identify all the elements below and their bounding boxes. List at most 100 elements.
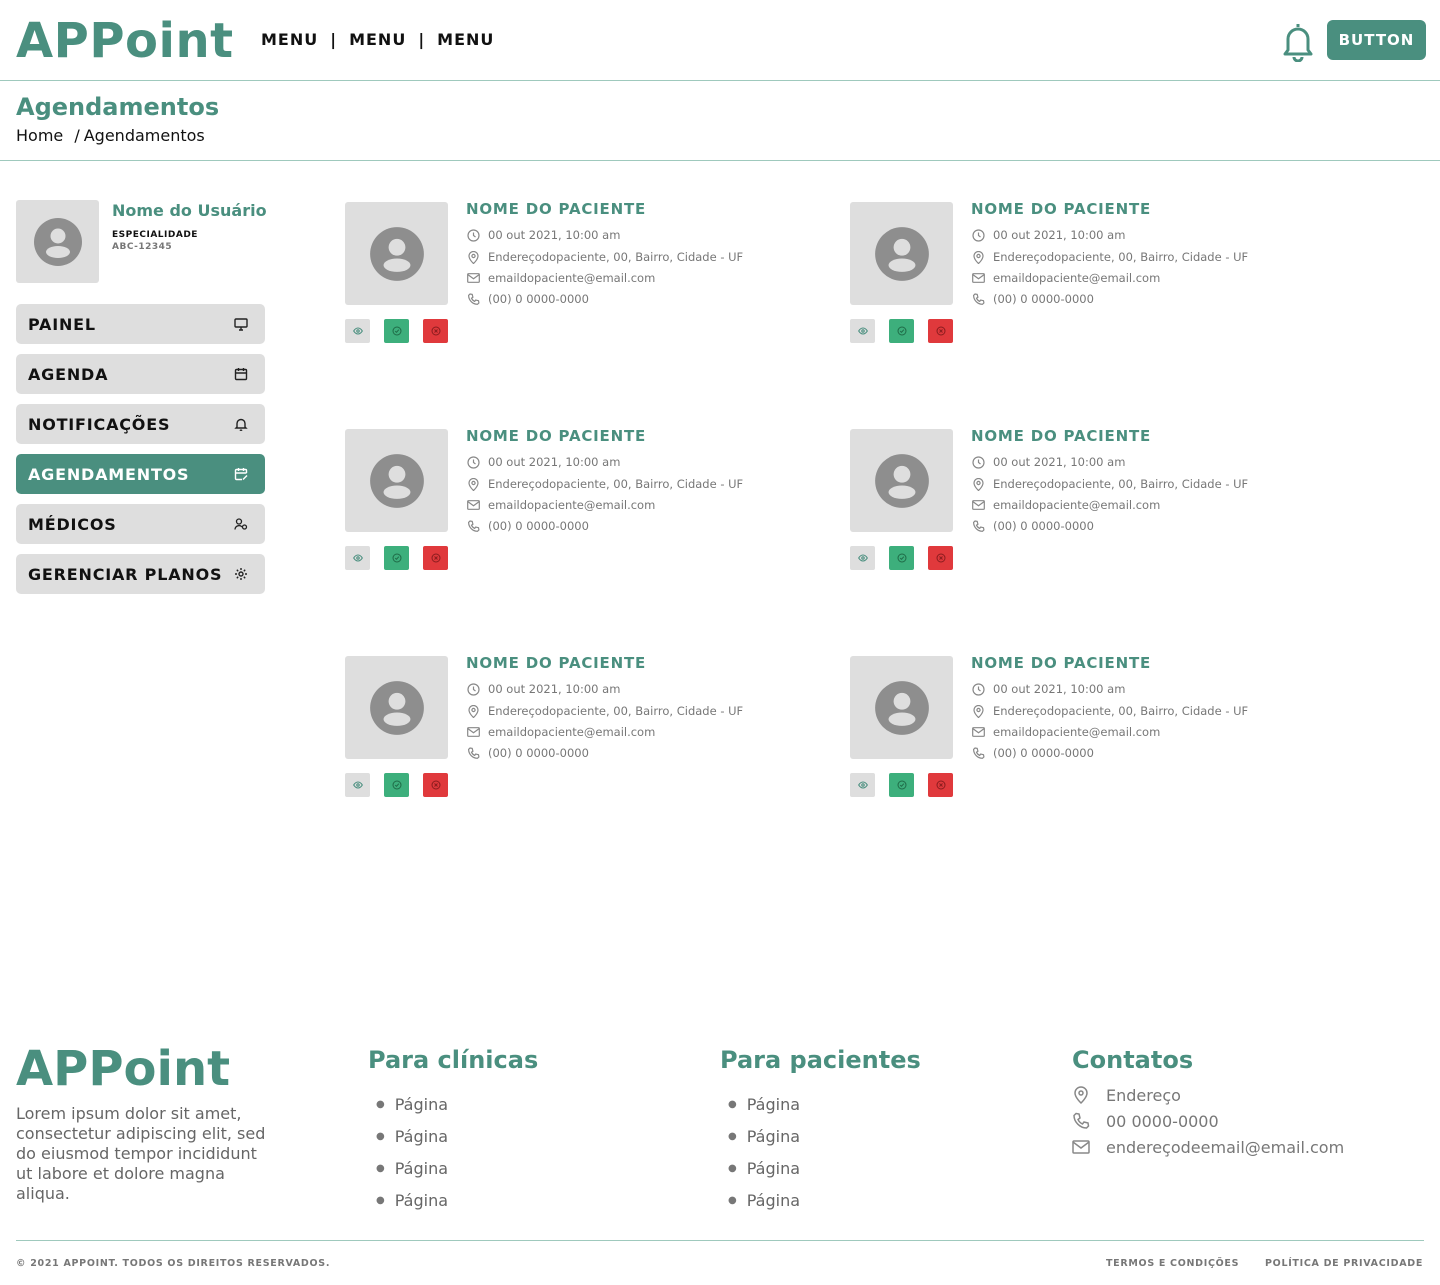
cancel-button[interactable] bbox=[928, 319, 953, 343]
appointment-datetime: 00 out 2021, 10:00 am bbox=[971, 682, 1125, 696]
cancel-button[interactable] bbox=[423, 546, 448, 570]
confirm-button[interactable] bbox=[889, 546, 914, 570]
check-circle-icon bbox=[897, 780, 907, 790]
confirm-button[interactable] bbox=[384, 319, 409, 343]
view-button[interactable] bbox=[345, 319, 370, 343]
phone-text: (00) 0 0000-0000 bbox=[993, 519, 1094, 533]
datetime-text: 00 out 2021, 10:00 am bbox=[488, 682, 621, 696]
mail-icon bbox=[971, 498, 985, 512]
page-title: Agendamentos bbox=[16, 93, 220, 121]
sidebar-item-notificacoes[interactable]: NOTIFICAÇÕES bbox=[16, 404, 265, 444]
link-label: Página bbox=[394, 1158, 449, 1178]
x-circle-icon bbox=[431, 780, 441, 790]
x-circle-icon bbox=[936, 553, 946, 563]
view-button[interactable] bbox=[850, 319, 875, 343]
footer-patients-link[interactable]: ● Página bbox=[720, 1184, 921, 1216]
view-button[interactable] bbox=[850, 773, 875, 797]
header-button[interactable]: BUTTON bbox=[1327, 20, 1426, 60]
clock-icon bbox=[466, 682, 480, 696]
sidebar-item-agendamentos[interactable]: AGENDAMENTOS bbox=[16, 454, 265, 494]
cancel-button[interactable] bbox=[928, 773, 953, 797]
breadcrumb-separator: / bbox=[74, 126, 80, 145]
footer-patients: Para pacientes ● Página ● Página ● Página ●… bbox=[720, 1046, 921, 1216]
eye-icon bbox=[352, 781, 363, 789]
footer-logo[interactable]: APPoint bbox=[16, 1042, 230, 1096]
sidebar-item-gerenciar-planos[interactable]: GERENCIAR PLANOS bbox=[16, 554, 265, 594]
footer-clinics-link[interactable]: ● Página bbox=[368, 1152, 538, 1184]
bell-icon bbox=[233, 416, 249, 432]
logo[interactable]: APPoint bbox=[16, 14, 234, 68]
sidebar-item-medicos[interactable]: MÉDICOS bbox=[16, 504, 265, 544]
mail-icon bbox=[971, 725, 985, 739]
view-button[interactable] bbox=[850, 546, 875, 570]
footer-contacts: Contatos Endereço 00 0000-0000 endereçod… bbox=[1072, 1046, 1344, 1160]
top-menu-2[interactable]: MENU bbox=[349, 30, 406, 49]
patient-avatar-icon bbox=[850, 202, 953, 305]
confirm-button[interactable] bbox=[889, 319, 914, 343]
cancel-button[interactable] bbox=[423, 319, 448, 343]
terms-link[interactable]: TERMOS E CONDIÇÕES bbox=[1106, 1258, 1239, 1269]
sidebar-item-label: AGENDA bbox=[28, 364, 109, 384]
appointment-datetime: 00 out 2021, 10:00 am bbox=[971, 455, 1125, 469]
appointment-address: Endereçodopaciente, 00, Bairro, Cidade -… bbox=[466, 704, 743, 718]
footer-patients-link[interactable]: ● Página bbox=[720, 1088, 921, 1120]
sidebar-item-label: GERENCIAR PLANOS bbox=[28, 564, 223, 584]
top-menu-1[interactable]: MENU bbox=[261, 30, 318, 49]
confirm-button[interactable] bbox=[384, 773, 409, 797]
x-circle-icon bbox=[431, 326, 441, 336]
phone-icon bbox=[466, 519, 480, 533]
footer-patients-link[interactable]: ● Página bbox=[720, 1152, 921, 1184]
email-text: emaildopaciente@email.com bbox=[488, 498, 656, 512]
footer-clinics-link[interactable]: ● Página bbox=[368, 1088, 538, 1120]
view-button[interactable] bbox=[345, 546, 370, 570]
clock-icon bbox=[466, 228, 480, 242]
contact-phone-text: 00 0000-0000 bbox=[1106, 1111, 1219, 1131]
link-label: Página bbox=[746, 1126, 801, 1146]
link-label: Página bbox=[394, 1094, 449, 1114]
footer-patients-link[interactable]: ● Página bbox=[720, 1120, 921, 1152]
bell-icon[interactable] bbox=[1280, 20, 1316, 63]
phone-text: (00) 0 0000-0000 bbox=[993, 746, 1094, 760]
footer-contacts-title: Contatos bbox=[1072, 1046, 1194, 1074]
email-text: emaildopaciente@email.com bbox=[993, 725, 1161, 739]
phone-icon bbox=[1072, 1112, 1090, 1130]
link-label: Página bbox=[394, 1190, 449, 1210]
appointment-phone: (00) 0 0000-0000 bbox=[971, 519, 1094, 533]
appointment-email: emaildopaciente@email.com bbox=[971, 271, 1160, 285]
sidebar-item-painel[interactable]: PAINEL bbox=[16, 304, 265, 344]
check-circle-icon bbox=[897, 326, 907, 336]
datetime-text: 00 out 2021, 10:00 am bbox=[993, 455, 1126, 469]
mail-icon bbox=[466, 271, 480, 285]
confirm-button[interactable] bbox=[889, 773, 914, 797]
appointment-email: emaildopaciente@email.com bbox=[466, 271, 655, 285]
view-button[interactable] bbox=[345, 773, 370, 797]
privacy-link[interactable]: POLÍTICA DE PRIVACIDADE bbox=[1265, 1258, 1423, 1269]
confirm-button[interactable] bbox=[384, 546, 409, 570]
footer-clinics-link[interactable]: ● Página bbox=[368, 1120, 538, 1152]
sidebar-item-label: AGENDAMENTOS bbox=[28, 464, 190, 484]
footer-clinics-link[interactable]: ● Página bbox=[368, 1184, 538, 1216]
datetime-text: 00 out 2021, 10:00 am bbox=[488, 455, 621, 469]
footer-divider bbox=[16, 1240, 1424, 1241]
patient-avatar-icon bbox=[345, 656, 448, 759]
breadcrumb-current: Agendamentos bbox=[83, 126, 205, 145]
address-text: Endereçodopaciente, 00, Bairro, Cidade -… bbox=[488, 477, 744, 491]
location-pin-icon bbox=[971, 704, 985, 718]
users-icon bbox=[233, 516, 249, 532]
cancel-button[interactable] bbox=[928, 546, 953, 570]
email-text: emaildopaciente@email.com bbox=[993, 498, 1161, 512]
eye-icon bbox=[857, 781, 868, 789]
top-menu-3[interactable]: MENU bbox=[437, 30, 494, 49]
user-avatar-icon bbox=[16, 200, 99, 283]
breadcrumb-home[interactable]: Home bbox=[16, 126, 63, 145]
phone-text: (00) 0 0000-0000 bbox=[993, 292, 1094, 306]
x-circle-icon bbox=[431, 553, 441, 563]
calendar-icon bbox=[233, 366, 249, 382]
location-pin-icon bbox=[971, 477, 985, 491]
mail-icon bbox=[466, 725, 480, 739]
sidebar-item-agenda[interactable]: AGENDA bbox=[16, 354, 265, 394]
cancel-button[interactable] bbox=[423, 773, 448, 797]
datetime-text: 00 out 2021, 10:00 am bbox=[488, 228, 621, 242]
page-header: Agendamentos Home / Agendamentos bbox=[0, 81, 1440, 161]
patient-name: NOME DO PACIENTE bbox=[466, 427, 647, 445]
